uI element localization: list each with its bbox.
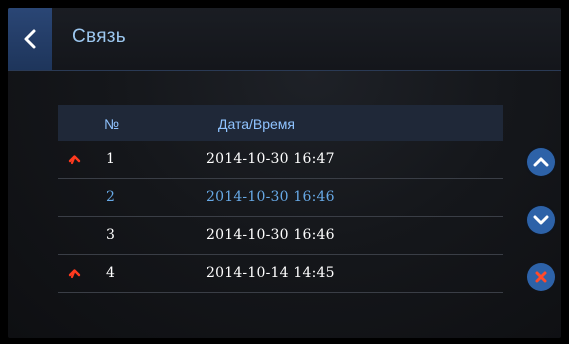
missed-call-icon — [68, 155, 81, 165]
screen: Связь № Дата/Время 1 2014-10-30 16:47 2 … — [8, 8, 561, 338]
row-number: 3 — [106, 227, 115, 243]
close-icon — [535, 271, 547, 283]
column-header-datetime: Дата/Время — [218, 116, 296, 132]
table-header: № Дата/Время — [58, 105, 503, 141]
column-header-number: № — [104, 116, 120, 132]
header-bar: Связь — [8, 8, 561, 71]
chevron-down-icon — [533, 215, 549, 225]
chevron-up-icon — [533, 157, 549, 167]
back-button[interactable] — [8, 8, 52, 70]
row-number: 4 — [106, 265, 115, 281]
delete-button[interactable] — [527, 263, 555, 291]
row-number: 1 — [106, 151, 115, 167]
row-datetime: 2014-10-30 16:46 — [206, 189, 335, 205]
table-row[interactable]: 3 2014-10-30 16:46 — [58, 217, 503, 255]
row-datetime: 2014-10-30 16:46 — [206, 227, 335, 243]
missed-call-icon — [68, 269, 81, 279]
table-row[interactable]: 2 2014-10-30 16:46 — [58, 179, 503, 217]
call-log-table: № Дата/Время 1 2014-10-30 16:47 2 2014-1… — [58, 105, 503, 293]
row-datetime: 2014-10-14 14:45 — [206, 265, 335, 281]
chevron-left-icon — [24, 29, 36, 49]
scroll-up-button[interactable] — [527, 148, 555, 176]
row-datetime: 2014-10-30 16:47 — [206, 151, 335, 167]
table-row[interactable]: 4 2014-10-14 14:45 — [58, 255, 503, 293]
page-title: Связь — [72, 26, 127, 47]
row-number: 2 — [106, 189, 115, 205]
scroll-down-button[interactable] — [527, 206, 555, 234]
table-row[interactable]: 1 2014-10-30 16:47 — [58, 141, 503, 179]
